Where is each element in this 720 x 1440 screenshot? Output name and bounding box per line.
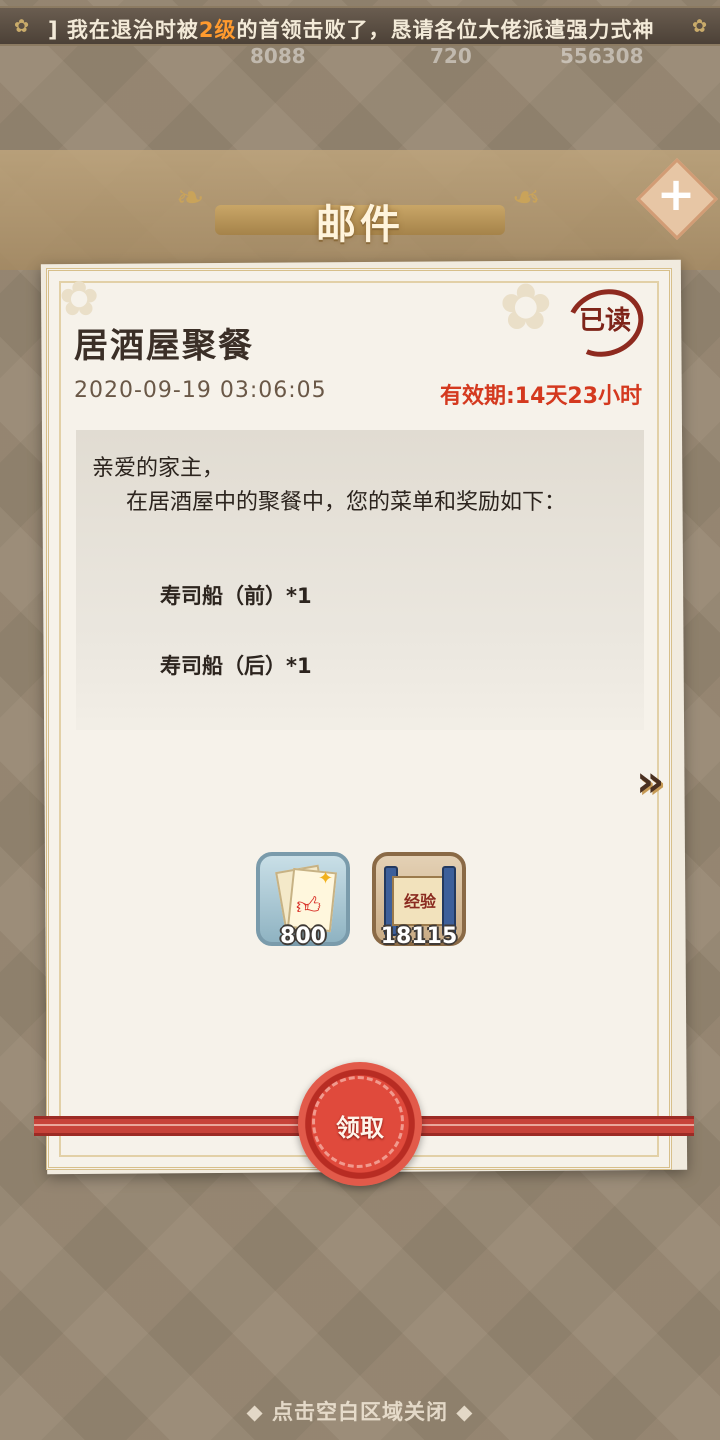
menu-item: 寿司船（前）*1 [160,584,312,608]
validity-period: 有效期:14天23小时 [439,384,642,409]
mail-title: 居酒屋聚餐 [74,326,254,366]
plus-icon[interactable]: + [650,168,702,220]
page-title: 邮件 [316,202,404,248]
flower-icon: ✿ [14,16,30,37]
background-stat: 8088 [250,44,306,68]
announcement-marquee: ✿ ] 我在退治时被2级的首领击败了，恳请各位大佬派遣强力式神 ✿ [0,6,720,46]
read-status-badge: 已读 [578,306,631,336]
background-stat: 720 [430,44,472,68]
chevron-right-icon[interactable]: » [636,760,676,804]
reward-count: 18115 [380,924,458,949]
background-stat: 556308 [560,44,644,68]
flower-icon: ✿ [692,16,708,37]
close-hint[interactable]: ◆ 点击空白区域关闭 ◆ [0,1396,720,1426]
announcement-text: ] 我在退治时被2级的首领击败了，恳请各位大佬派遣强力式神 [48,18,655,42]
mail-date: 2020-09-19 03:06:05 [74,378,327,403]
claim-button-label[interactable]: 领取 [298,1108,422,1143]
menu-item: 寿司船（后）*1 [160,654,312,678]
mail-intro: 在居酒屋中的聚餐中，您的菜单和奖励如下： [126,490,567,515]
experience-label: 经验 [403,892,436,911]
thumbs-up-icon: 👍︎ [296,892,322,920]
mail-greeting: 亲爱的家主， [92,456,225,481]
sparkle-icon: ✦ [318,868,334,889]
sakura-pattern-icon: ✿ [499,271,553,345]
reward-count: 800 [280,924,326,949]
